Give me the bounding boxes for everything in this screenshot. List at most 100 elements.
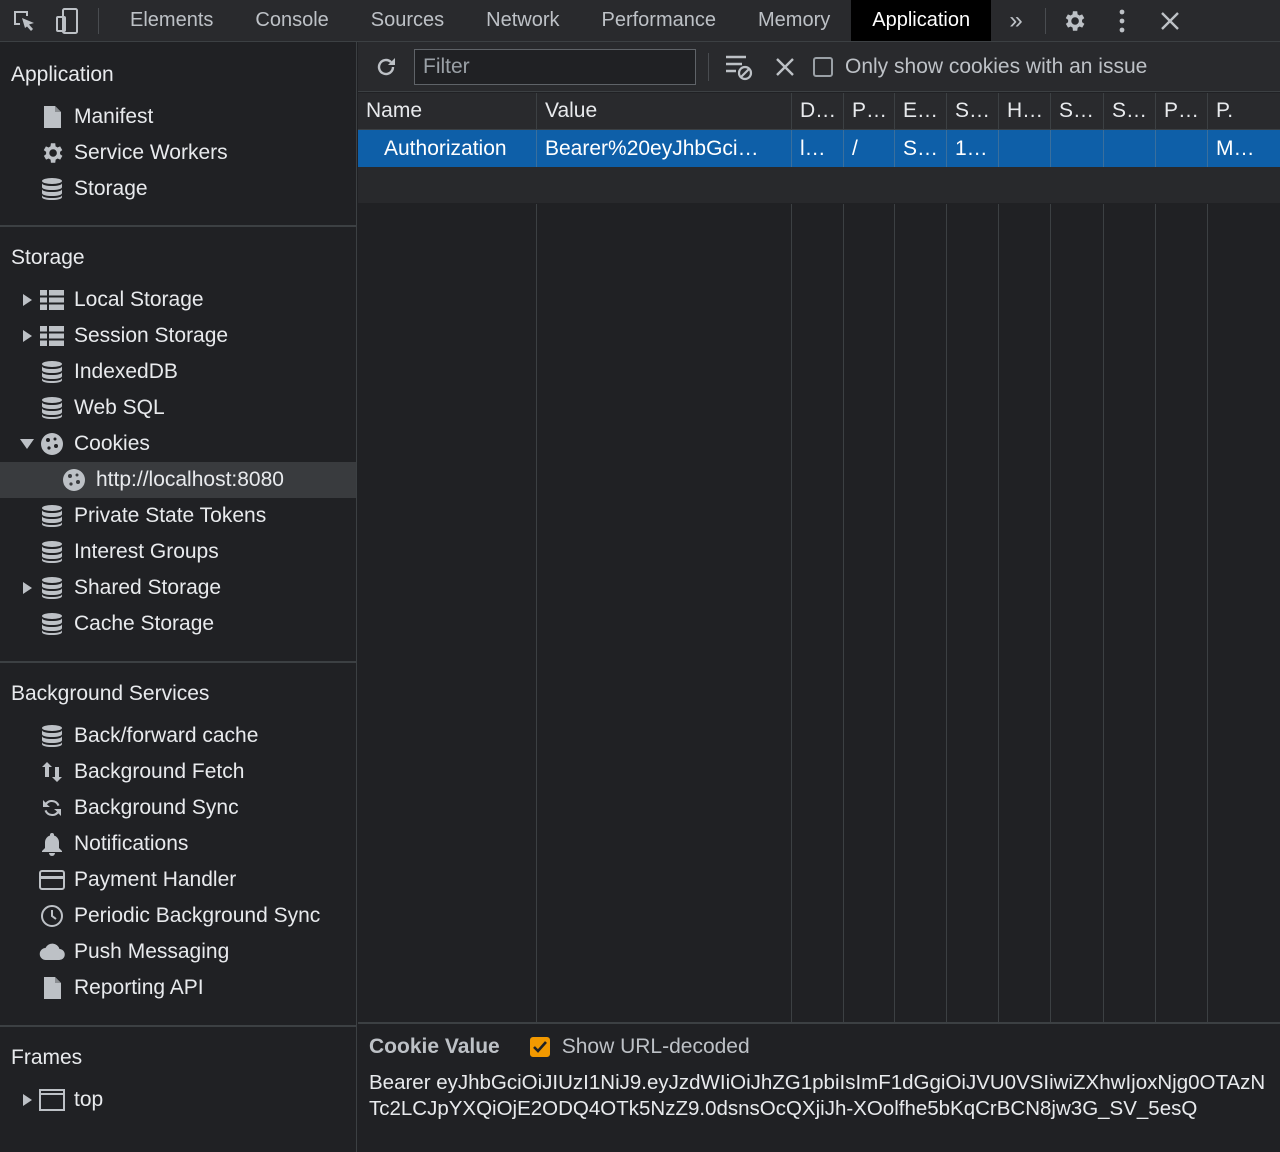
- sidebar-item-label: Private State Tokens: [74, 504, 267, 527]
- divider: [1045, 7, 1047, 34]
- more-tabs-icon[interactable]: »: [991, 0, 1041, 42]
- only-issue-label: Only show cookies with an issue: [845, 54, 1148, 78]
- section-title: Frames: [11, 1046, 83, 1069]
- sidebar-item-periodic-background-sync[interactable]: Periodic Background Sync: [0, 898, 356, 934]
- sidebar-item-indexeddb[interactable]: IndexedDB: [0, 354, 356, 390]
- database-icon: [39, 723, 65, 749]
- cookie-value-text[interactable]: Bearer eyJhbGciOiJIUzI1NiJ9.eyJzdWIiOiJh…: [358, 1070, 1280, 1122]
- sidebar-item-notifications[interactable]: Notifications: [0, 826, 356, 862]
- show-url-decoded-label: Show URL-decoded: [561, 1035, 750, 1058]
- cell-name: Authorization: [358, 130, 537, 167]
- gear-icon: [39, 140, 65, 166]
- column-header-name[interactable]: Name: [358, 93, 537, 129]
- expand-arrow-icon[interactable]: [20, 329, 34, 343]
- column-header-expires[interactable]: E…: [895, 93, 947, 129]
- tab-console[interactable]: Console: [234, 0, 349, 41]
- only-issue-checkbox[interactable]: [813, 56, 833, 77]
- inspect-element-icon[interactable]: [0, 0, 48, 42]
- sidebar: Application Manifest Service Workers Sto…: [0, 42, 357, 1152]
- table-icon: [39, 287, 65, 313]
- cell-expires: S…: [895, 130, 947, 167]
- tab-sources[interactable]: Sources: [350, 0, 465, 41]
- sidebar-item-back-forward-cache[interactable]: Back/forward cache: [0, 718, 356, 754]
- column-header-size[interactable]: S…: [947, 93, 999, 129]
- sidebar-item-storage[interactable]: Storage: [0, 171, 356, 207]
- sidebar-item-label: Storage: [74, 177, 148, 200]
- expand-arrow-icon[interactable]: [20, 581, 34, 595]
- tab-network[interactable]: Network: [465, 0, 580, 41]
- table-row[interactable]: Authorization Bearer%20eyJhbGci… l… / S……: [358, 130, 1280, 167]
- column-header-path[interactable]: P…: [844, 93, 895, 129]
- column-header-domain[interactable]: D…: [792, 93, 844, 129]
- sidebar-item-label: Push Messaging: [74, 940, 230, 963]
- sidebar-item-background-sync[interactable]: Background Sync: [0, 790, 356, 826]
- sidebar-item-label: Periodic Background Sync: [74, 904, 321, 927]
- cell-samesite: [1104, 130, 1156, 167]
- sidebar-item-reporting-api[interactable]: Reporting API: [0, 970, 356, 1006]
- column-header-value[interactable]: Value: [537, 93, 792, 129]
- card-icon: [39, 867, 65, 893]
- column-header-partition-key[interactable]: P…: [1156, 93, 1208, 129]
- table-row-empty: [358, 167, 1280, 203]
- sidebar-item-frame-top[interactable]: top: [0, 1082, 356, 1118]
- tab-memory[interactable]: Memory: [737, 0, 851, 41]
- section-title: Storage: [11, 246, 85, 269]
- sidebar-item-payment-handler[interactable]: Payment Handler: [0, 862, 356, 898]
- sidebar-item-shared-storage[interactable]: Shared Storage: [0, 570, 356, 606]
- cloud-icon: [39, 939, 65, 965]
- refresh-icon[interactable]: [358, 42, 414, 92]
- device-toolbar-icon[interactable]: [48, 0, 88, 42]
- column-header-httponly[interactable]: H…: [999, 93, 1051, 129]
- sidebar-item-cookies[interactable]: Cookies: [0, 426, 356, 462]
- sidebar-section-frames: Frames top: [0, 1027, 356, 1118]
- sidebar-item-label: Back/forward cache: [74, 724, 259, 747]
- tab-elements[interactable]: Elements: [109, 0, 234, 41]
- expand-arrow-icon[interactable]: [20, 293, 34, 307]
- cell-secure: [1051, 130, 1104, 167]
- sidebar-item-private-state-tokens[interactable]: Private State Tokens: [0, 498, 356, 534]
- sidebar-item-background-fetch[interactable]: Background Fetch: [0, 754, 356, 790]
- cookie-icon: [61, 467, 87, 493]
- sidebar-item-label: Interest Groups: [74, 540, 219, 563]
- section-title: Application: [11, 63, 114, 86]
- sidebar-item-service-workers[interactable]: Service Workers: [0, 135, 356, 171]
- cell-domain: l…: [792, 130, 844, 167]
- filter-input[interactable]: [414, 48, 696, 85]
- sidebar-item-label: Cookies: [74, 432, 150, 455]
- sidebar-item-push-messaging[interactable]: Push Messaging: [0, 934, 356, 970]
- sidebar-item-label: IndexedDB: [74, 360, 178, 383]
- sidebar-item-label: Web SQL: [74, 396, 165, 419]
- sidebar-item-label: Cache Storage: [74, 612, 215, 635]
- tab-application[interactable]: Application: [851, 0, 992, 41]
- sidebar-item-manifest[interactable]: Manifest: [0, 99, 356, 135]
- settings-gear-icon[interactable]: [1050, 0, 1098, 42]
- column-header-samesite[interactable]: S…: [1104, 93, 1156, 129]
- divider: [708, 52, 709, 81]
- sidebar-item-local-storage[interactable]: Local Storage: [0, 282, 356, 318]
- cookies-panel: Only show cookies with an issue Name Val…: [358, 42, 1280, 1152]
- column-header-secure[interactable]: S…: [1051, 93, 1104, 129]
- sidebar-item-label: Session Storage: [74, 324, 229, 347]
- collapse-arrow-icon[interactable]: [20, 437, 34, 451]
- database-icon: [39, 575, 65, 601]
- tab-performance[interactable]: Performance: [581, 0, 738, 41]
- show-url-decoded-checkbox[interactable]: [529, 1037, 550, 1057]
- expand-arrow-icon[interactable]: [20, 1093, 34, 1107]
- close-icon[interactable]: [1146, 0, 1194, 42]
- sidebar-item-web-sql[interactable]: Web SQL: [0, 390, 356, 426]
- kebab-menu-icon[interactable]: [1098, 0, 1146, 42]
- cookie-icon: [39, 431, 65, 457]
- sidebar-item-session-storage[interactable]: Session Storage: [0, 318, 356, 354]
- cookie-value-panel: Cookie Value Show URL-decoded Bearer eyJ…: [358, 1022, 1280, 1152]
- delete-all-cookies-icon[interactable]: [761, 42, 809, 92]
- sidebar-item-label: Service Workers: [74, 141, 228, 164]
- sidebar-item-cache-storage[interactable]: Cache Storage: [0, 606, 356, 642]
- sidebar-item-label: Payment Handler: [74, 868, 237, 891]
- clear-filtered-cookies-icon[interactable]: [717, 42, 761, 92]
- sidebar-item-label: Background Fetch: [74, 760, 245, 783]
- sidebar-item-cookies-localhost[interactable]: http://localhost:8080: [0, 462, 356, 498]
- sidebar-item-interest-groups[interactable]: Interest Groups: [0, 534, 356, 570]
- cell-size: 1…: [947, 130, 999, 167]
- column-header-priority[interactable]: P.: [1208, 93, 1278, 129]
- column-dividers: [358, 204, 1208, 1022]
